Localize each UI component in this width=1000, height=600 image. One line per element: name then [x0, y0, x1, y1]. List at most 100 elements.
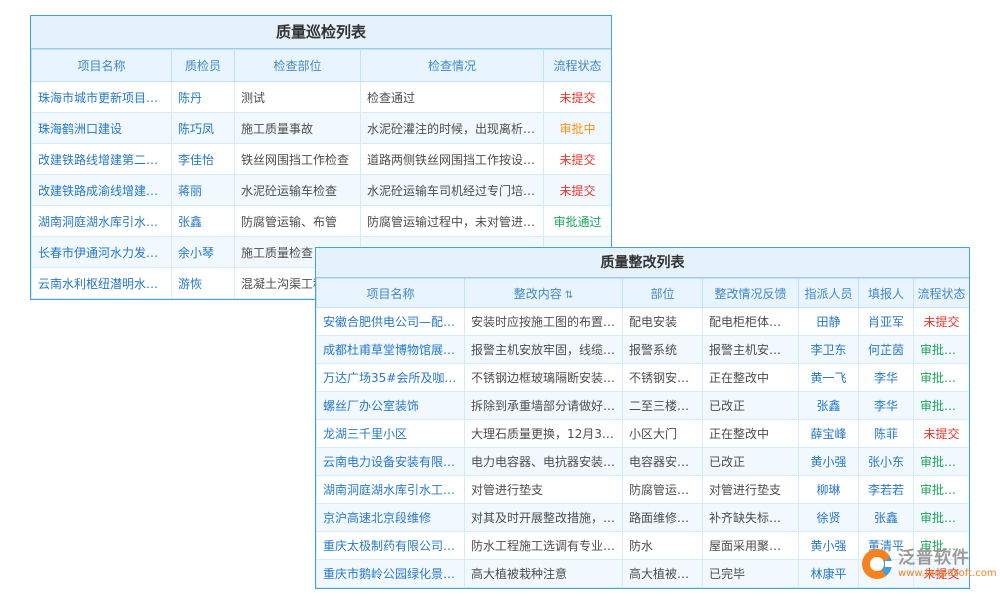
table-row[interactable]: 龙湖三千里小区大理石质量更换，12月31日之...小区大门正在整改中薛宝峰陈菲未… [317, 420, 970, 448]
project-name[interactable]: 龙湖三千里小区 [317, 420, 465, 448]
column-label: 部位 [650, 287, 674, 301]
project-name[interactable]: 安徽合肥供电公司—配电设备... [317, 308, 465, 336]
rectify-content: 高大植被栽种注意 [465, 560, 623, 588]
feedback: 对管进行垫支 [703, 476, 799, 504]
table-row[interactable]: 湖南洞庭湖水库引水工...张鑫防腐管运输、布管防腐管运输过程中，未对管进行...… [32, 206, 612, 237]
assignee-name: 柳琳 [799, 476, 859, 504]
feedback: 已完毕 [703, 560, 799, 588]
reporter-name: 张鑫 [859, 504, 914, 532]
project-name[interactable]: 重庆太极制药有限公司亳州中... [317, 532, 465, 560]
assignee-name: 田静 [799, 308, 859, 336]
assignee-name: 黄小强 [799, 448, 859, 476]
reporter-name: 张小东 [859, 448, 914, 476]
table-row[interactable]: 珠海鹤洲口建设陈巧凤施工质量事故水泥砼灌注的时候，出现离析现象审批中 [32, 113, 612, 144]
table-row[interactable]: 改建铁路线增建第二线...李佳怡铁丝网围挡工作检查道路两侧铁丝网围挡工作按设计.… [32, 144, 612, 175]
column-header-rectify-content[interactable]: 整改内容⇅ [465, 279, 623, 308]
part: 不锈钢安装... [623, 364, 703, 392]
feedback: 补齐缺失标志... [703, 504, 799, 532]
status-badge: 审批通过 [914, 364, 970, 392]
column-label: 整改内容 [514, 287, 562, 301]
assignee-name: 薛宝峰 [799, 420, 859, 448]
column-label: 检查部位 [273, 59, 321, 73]
brand-watermark: 泛普软件 www.fanpusoft.com [862, 549, 997, 579]
column-header-inspection-part[interactable]: 检查部位 [235, 50, 361, 82]
status-badge: 未提交 [544, 82, 612, 113]
table-row[interactable]: 万达广场35#会所及咖啡厅空...不锈钢边框玻璃隔断安装不牢...不锈钢安装..… [317, 364, 970, 392]
table-row[interactable]: 京沪高速北京段维修对其及时开展整改措施，桥头...路面维修检...补齐缺失标志.… [317, 504, 970, 532]
status-badge: 审批通过 [914, 448, 970, 476]
inspector-name: 游恢 [172, 268, 235, 299]
feedback: 报警主机安放... [703, 336, 799, 364]
column-label: 项目名称 [366, 287, 414, 301]
project-name[interactable]: 珠海鹤洲口建设 [32, 113, 172, 144]
status-badge: 未提交 [544, 144, 612, 175]
column-label: 检查情况 [428, 59, 476, 73]
reporter-name: 陈菲 [859, 420, 914, 448]
project-name[interactable]: 长春市伊通河水力发电... [32, 237, 172, 268]
part: 电容器安装... [623, 448, 703, 476]
rectify-content: 对其及时开展整改措施，桥头... [465, 504, 623, 532]
column-header-reporter-name[interactable]: 填报人 [859, 279, 914, 308]
column-header-part[interactable]: 部位 [623, 279, 703, 308]
table-row[interactable]: 安徽合肥供电公司—配电设备...安装时应按施工图的布置，将...配电安装配电柜柜… [317, 308, 970, 336]
assignee-name: 林康平 [799, 560, 859, 588]
table-row[interactable]: 成都杜甫草堂博物馆展厅独立展...报警主机安放牢固，线缆连接...报警系统报警主… [317, 336, 970, 364]
brand-url: www.fanpusoft.com [898, 568, 997, 579]
rectify-content: 不锈钢边框玻璃隔断安装不牢... [465, 364, 623, 392]
column-header-assignee-name[interactable]: 指派人员 [799, 279, 859, 308]
part: 配电安装 [623, 308, 703, 336]
inspector-name: 余小琴 [172, 237, 235, 268]
project-name[interactable]: 京沪高速北京段维修 [317, 504, 465, 532]
column-header-project-name[interactable]: 项目名称 [317, 279, 465, 308]
project-name[interactable]: 重庆市鹅岭公园绿化景观提升... [317, 560, 465, 588]
rectify-content: 大理石质量更换，12月31日之... [465, 420, 623, 448]
assignee-name: 黄一飞 [799, 364, 859, 392]
project-name[interactable]: 改建铁路线增建第二线... [32, 144, 172, 175]
project-name[interactable]: 成都杜甫草堂博物馆展厅独立展... [317, 336, 465, 364]
inspector-name: 蒋丽 [172, 175, 235, 206]
part: 二至三楼混... [623, 392, 703, 420]
status-badge: 审批通过 [914, 504, 970, 532]
project-name[interactable]: 云南电力设备安装有限公司20... [317, 448, 465, 476]
rectify-table: 项目名称 整改内容⇅ 部位 整改情况反馈指派人员填报人流程状态 安徽合肥供电公司—配电… [316, 278, 970, 588]
project-name[interactable]: 湖南洞庭湖水库引水工... [32, 206, 172, 237]
part: 报警系统 [623, 336, 703, 364]
status-badge: 审批通过 [544, 206, 612, 237]
column-header-feedback[interactable]: 整改情况反馈 [703, 279, 799, 308]
column-header-project-name[interactable]: 项目名称 [32, 50, 172, 82]
inspection-part: 水泥砼运输车检查 [235, 175, 361, 206]
assignee-name: 徐贤 [799, 504, 859, 532]
part: 路面维修检... [623, 504, 703, 532]
table-row[interactable]: 珠海市城市更新项目紫...陈丹测试检查通过未提交 [32, 82, 612, 113]
brand-name: 泛普软件 [898, 549, 997, 568]
status-badge: 审批通过 [914, 392, 970, 420]
reporter-name: 李若若 [859, 476, 914, 504]
column-header-status-badge[interactable]: 流程状态 [914, 279, 970, 308]
project-name[interactable]: 万达广场35#会所及咖啡厅空... [317, 364, 465, 392]
rectify-content: 对管进行垫支 [465, 476, 623, 504]
table-row[interactable]: 云南电力设备安装有限公司20...电力电容器、电抗器安装方案...电容器安装..… [317, 448, 970, 476]
project-name[interactable]: 改建铁路成渝线增建第... [32, 175, 172, 206]
status-badge: 未提交 [914, 420, 970, 448]
column-header-inspection-result[interactable]: 检查情况 [361, 50, 544, 82]
sort-icon[interactable]: ⇅ [565, 290, 573, 301]
part: 小区大门 [623, 420, 703, 448]
assignee-name: 黄小强 [799, 532, 859, 560]
column-header-inspector-name[interactable]: 质检员 [172, 50, 235, 82]
inspector-name: 陈丹 [172, 82, 235, 113]
project-name[interactable]: 湖南洞庭湖水库引水工程施工... [317, 476, 465, 504]
inspection-part: 施工质量事故 [235, 113, 361, 144]
table-row[interactable]: 湖南洞庭湖水库引水工程施工...对管进行垫支防腐管运输...对管进行垫支柳琳李若… [317, 476, 970, 504]
project-name[interactable]: 云南水利枢纽潜明水库... [32, 268, 172, 299]
feedback: 正在整改中 [703, 420, 799, 448]
table-row[interactable]: 螺丝厂办公室装饰拆除到承重墙部分请做好加固...二至三楼混...已改正张鑫李华审… [317, 392, 970, 420]
table-row[interactable]: 改建铁路成渝线增建第...蒋丽水泥砼运输车检查水泥砼运输车司机经过专门培训...… [32, 175, 612, 206]
rectify-content: 防水工程施工选调有专业资质... [465, 532, 623, 560]
inspection-result: 水泥砼灌注的时候，出现离析现象 [361, 113, 544, 144]
project-name[interactable]: 珠海市城市更新项目紫... [32, 82, 172, 113]
rectify-content: 安装时应按施工图的布置，将... [465, 308, 623, 336]
inspection-part: 铁丝网围挡工作检查 [235, 144, 361, 175]
column-header-status-badge[interactable]: 流程状态 [544, 50, 612, 82]
rectify-table-header: 项目名称 整改内容⇅ 部位 整改情况反馈指派人员填报人流程状态 [317, 279, 970, 308]
project-name[interactable]: 螺丝厂办公室装饰 [317, 392, 465, 420]
